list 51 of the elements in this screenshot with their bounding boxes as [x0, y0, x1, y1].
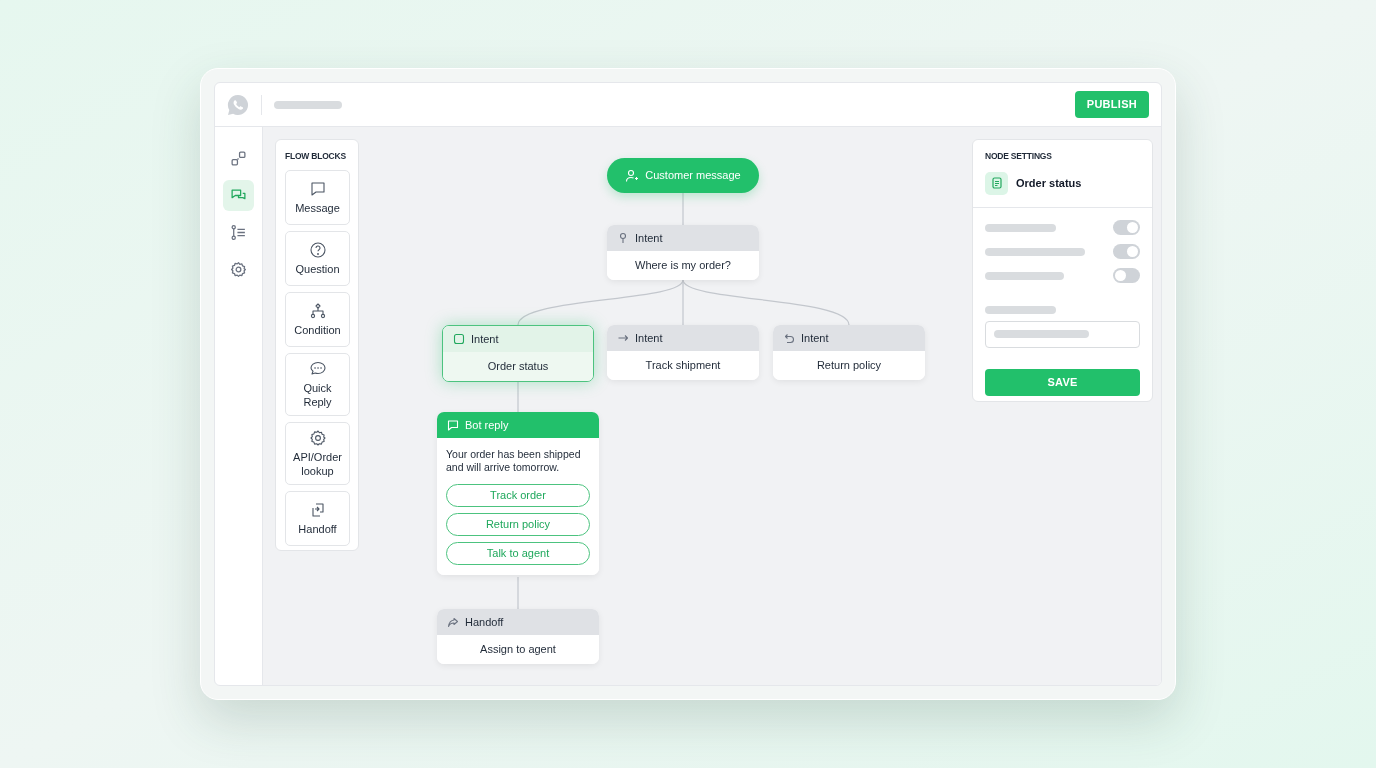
- node-title: Handoff: [465, 614, 504, 630]
- speech-bubble-icon: [308, 179, 327, 198]
- intent-node[interactable]: Intent Order status: [442, 325, 594, 382]
- intent-node[interactable]: Intent Track shipment: [607, 325, 759, 380]
- toggle-switch[interactable]: [1113, 268, 1140, 284]
- person-icon: [625, 168, 640, 183]
- node-title: Intent: [635, 230, 663, 246]
- forward-arrow-icon: [447, 616, 459, 628]
- chat-dots-icon: [308, 359, 327, 378]
- flow-block[interactable]: Handoff: [285, 490, 350, 546]
- node-title: Intent: [471, 331, 499, 347]
- flow-block[interactable]: API/Order lookup: [285, 421, 350, 485]
- checkbox-icon: [453, 333, 465, 345]
- node-text: Where is my order?: [634, 258, 732, 273]
- node-name: Order status: [1016, 176, 1082, 191]
- flow-block[interactable]: Question: [285, 230, 350, 286]
- pin-icon: [617, 232, 629, 244]
- node-text: Return policy: [815, 358, 883, 373]
- node-title: Intent: [635, 330, 663, 346]
- list-icon: [230, 224, 247, 241]
- panel-title: NODE SETTINGS: [985, 150, 1053, 163]
- node-title: Bot reply: [465, 417, 509, 433]
- label-placeholder-bar: [985, 223, 1056, 232]
- settings-icon: [230, 261, 247, 278]
- node-title: Intent: [801, 330, 829, 346]
- toggle-switch[interactable]: [1113, 220, 1140, 236]
- node-text: Your order has been shipped and will arrive tomorrow.: [445, 447, 582, 474]
- question-icon: [308, 240, 327, 259]
- arrow-icon: [617, 332, 629, 344]
- speech-bubble-icon: [447, 419, 459, 431]
- panel-title: FLOW BLOCKS: [285, 150, 347, 163]
- nodes-icon: [230, 150, 247, 167]
- rail-button[interactable]: [223, 180, 254, 211]
- toggle-switch[interactable]: [1113, 244, 1140, 260]
- node-text: Assign to agent: [479, 642, 557, 657]
- intent-node[interactable]: Intent Where is my order?: [607, 225, 759, 280]
- title-placeholder-bar: [274, 100, 342, 109]
- node-text: Track shipment: [644, 358, 722, 373]
- intent-node[interactable]: Intent Return policy: [773, 325, 925, 380]
- flow-block[interactable]: Message: [285, 169, 350, 225]
- flow-block[interactable]: Condition: [285, 291, 350, 347]
- flow-block[interactable]: Quick Reply: [285, 352, 350, 416]
- handoff-node[interactable]: Handoff Assign to agent: [437, 609, 599, 664]
- input-field[interactable]: [985, 320, 1140, 348]
- node-text: Order status: [486, 359, 550, 374]
- undo-icon: [783, 332, 795, 344]
- settings-icon: [308, 428, 327, 447]
- document-icon: [985, 171, 1008, 195]
- branch-icon: [308, 301, 327, 320]
- label-placeholder-bar: [985, 305, 1056, 314]
- chat-logo-icon: [227, 93, 249, 116]
